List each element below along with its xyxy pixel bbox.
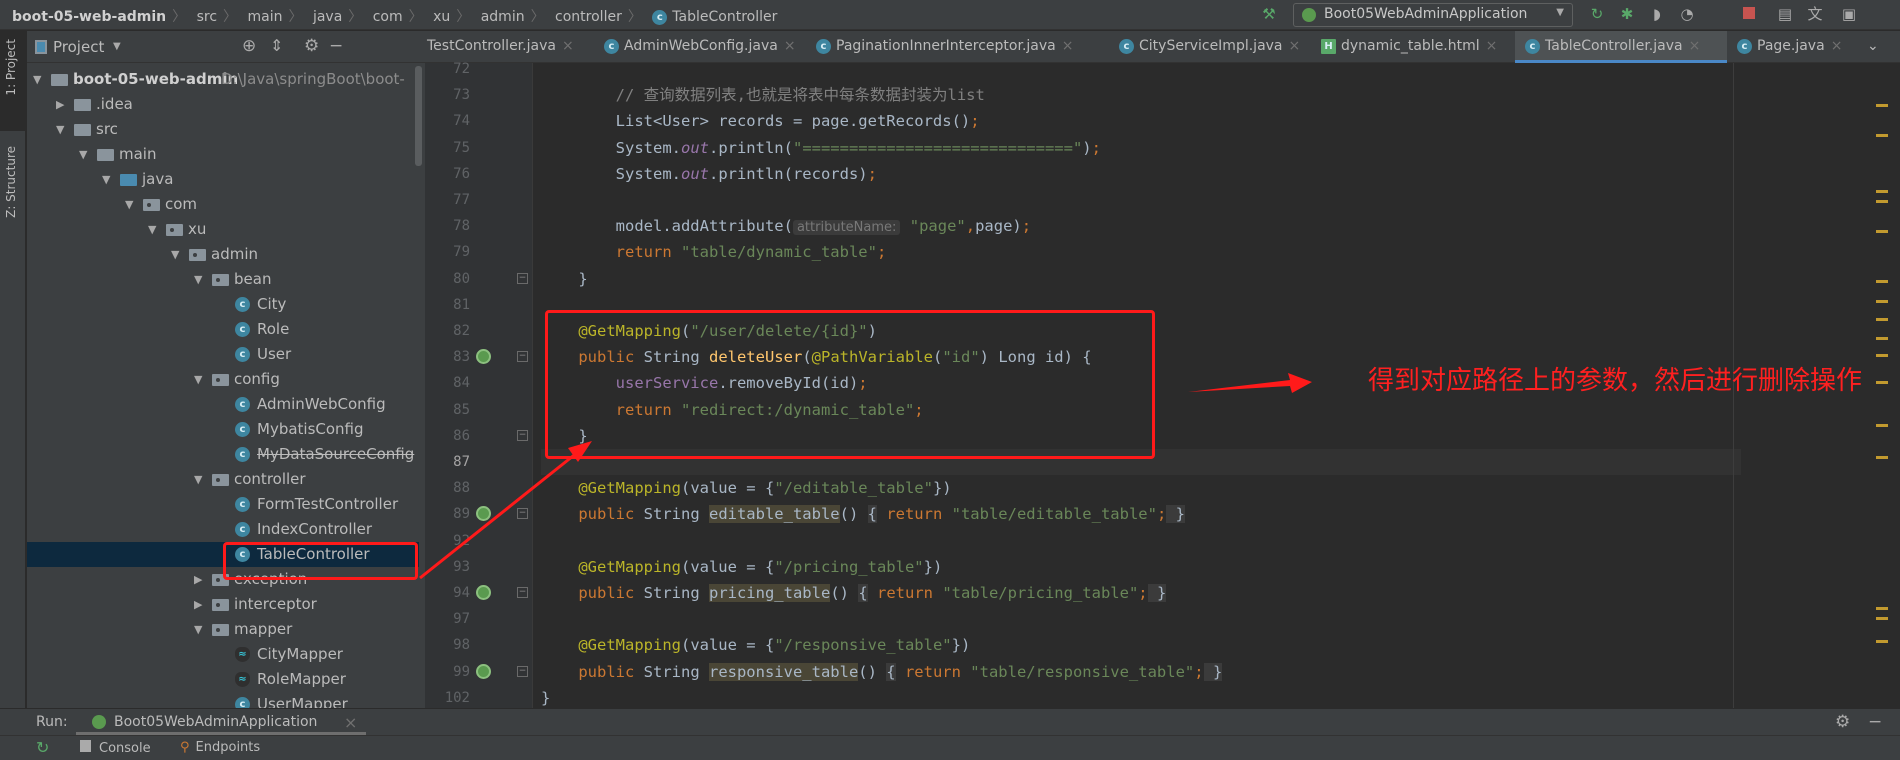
endpoints-icon: ⚲	[180, 740, 190, 755]
hide-icon[interactable]: −	[1868, 712, 1882, 732]
arrow-tree-to-code	[419, 441, 592, 580]
spring-boot-icon	[92, 715, 106, 729]
run-toolbar: ↻ Console ⚲ Endpoints	[0, 735, 1900, 760]
close-icon[interactable]: ×	[344, 713, 357, 732]
console-icon	[80, 740, 91, 752]
run-label: Run:	[36, 714, 68, 730]
endpoints-tab[interactable]: ⚲ Endpoints	[180, 740, 260, 755]
rerun-icon[interactable]: ↻	[36, 738, 49, 757]
run-panel-header: Run: Boot05WebAdminApplication × ⚙ −	[0, 708, 1900, 735]
run-tab[interactable]: Boot05WebAdminApplication ×	[76, 709, 366, 735]
gear-icon[interactable]: ⚙	[1835, 712, 1850, 732]
console-tab[interactable]: Console	[80, 740, 151, 756]
arrow-code-to-note	[1188, 373, 1312, 393]
annotation-note: 得到对应路径上的参数，然后进行删除操作	[1368, 366, 1863, 396]
run-tab-label: Boot05WebAdminApplication	[114, 714, 318, 730]
